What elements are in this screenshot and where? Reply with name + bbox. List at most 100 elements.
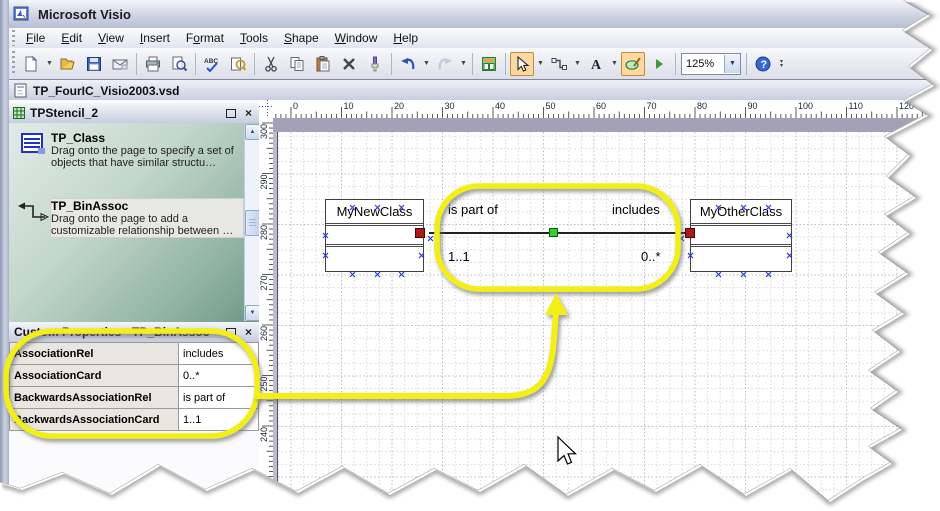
backward-cardinality-label: 1..1 — [448, 249, 470, 264]
menu-format[interactable]: Format — [178, 29, 232, 47]
svg-text:40: 40 — [495, 101, 505, 111]
spelling-button[interactable]: ABC — [200, 52, 224, 76]
text-tool-button-dropdown[interactable]: ▼ — [609, 53, 620, 75]
save-button[interactable] — [82, 52, 106, 76]
menu-tools[interactable]: Tools — [232, 29, 276, 47]
property-value[interactable]: 0..* — [178, 364, 259, 387]
shapes-window-icon — [482, 56, 496, 71]
undo-button-dropdown[interactable]: ▼ — [421, 53, 432, 75]
zoom-level-value: 125% — [686, 57, 715, 70]
redo-button[interactable] — [433, 52, 457, 76]
scrollbar-thumb[interactable] — [245, 210, 260, 236]
scroll-down-button[interactable]: ▼ — [245, 305, 260, 321]
property-row: BackwardsAssociationCard 1..1 — [9, 408, 259, 431]
connection-point-x — [786, 226, 793, 244]
stencil-master-tp_binassoc[interactable]: TP_BinAssoc Drag onto the page to add a c… — [15, 198, 244, 238]
property-value[interactable]: includes — [178, 342, 259, 365]
research-button[interactable] — [226, 52, 250, 76]
properties-maximize-button[interactable] — [223, 325, 238, 339]
association-begin-endpoint[interactable] — [415, 228, 425, 238]
connection-point-x — [427, 229, 434, 247]
svg-text:120: 120 — [899, 101, 914, 111]
connection-point-x — [786, 246, 793, 264]
menu-edit[interactable]: Edit — [53, 29, 90, 47]
document-window-title-bar[interactable]: TP_FourIC_Visio2003.vsd — [9, 79, 940, 102]
horizontal-ruler: 0 10 20 30 40 50 60 70 80 90 100 110 120 — [273, 100, 940, 119]
stencil-panel-title-bar[interactable]: TPStencil_2 × — [9, 103, 259, 124]
window-title: Microsoft Visio — [38, 6, 131, 22]
print-button[interactable] — [141, 52, 165, 76]
connection-point-x — [418, 246, 425, 264]
open-button[interactable] — [56, 52, 80, 76]
association-end-endpoint[interactable] — [685, 228, 695, 238]
paste-button[interactable] — [311, 52, 335, 76]
association-midpoint-handle[interactable] — [549, 228, 558, 237]
zoom-dropdown-arrow[interactable]: ▼ — [724, 54, 740, 73]
property-value[interactable]: 1..1 — [178, 408, 259, 431]
connection-point-x — [349, 198, 356, 216]
save-icon — [87, 56, 101, 71]
svg-text:270: 270 — [259, 275, 269, 290]
new-button[interactable] — [19, 52, 43, 76]
svg-text:80: 80 — [697, 101, 707, 111]
stencil-scrollbar[interactable]: ▲ ▼ — [244, 124, 260, 321]
property-row: AssociationRel includes — [9, 342, 259, 365]
connector-tool-button[interactable] — [547, 52, 571, 76]
stencil-close-button[interactable]: × — [241, 106, 256, 120]
menu-insert[interactable]: Insert — [132, 29, 178, 47]
redo-button-dropdown[interactable]: ▼ — [458, 53, 469, 75]
svg-text:90: 90 — [748, 101, 758, 111]
toolbar-separator — [195, 52, 196, 75]
connector-tool-button-dropdown[interactable]: ▼ — [572, 53, 583, 75]
class-attributes-compartment — [691, 226, 791, 247]
spelling-icon: ABC — [204, 58, 218, 72]
text-tool-icon: A — [591, 58, 602, 72]
menu-help[interactable]: Help — [385, 29, 426, 47]
toolbar-drag-handle[interactable] — [12, 51, 15, 76]
connection-point-x — [715, 198, 722, 216]
connection-point-x — [398, 265, 405, 283]
copy-button[interactable] — [285, 52, 309, 76]
stencil-maximize-button[interactable] — [223, 106, 238, 120]
toolbar-separator — [136, 52, 137, 75]
menu-view[interactable]: View — [90, 29, 132, 47]
connection-point-x — [765, 198, 772, 216]
standard-toolbar: ▼ ABC ▼ ▼ ▼ ▼ A ▼ 125% ▼? ▾ ▾ — [9, 48, 940, 80]
stencil-master-tp_class[interactable]: TP_Class Drag onto the page to specify a … — [15, 131, 243, 169]
menu-file[interactable]: File — [18, 29, 53, 47]
expand-drawing-tools-button[interactable] — [647, 52, 671, 76]
svg-text:280: 280 — [259, 225, 269, 240]
delete-icon — [343, 57, 355, 70]
drawing-page[interactable] — [273, 132, 940, 511]
properties-panel-title-bar[interactable]: Custom Properties - TP_BinAssoc × — [9, 322, 259, 343]
menu-window[interactable]: Window — [327, 29, 386, 47]
ruler-corner-box — [259, 100, 274, 119]
cut-button[interactable] — [259, 52, 283, 76]
format-painter-button[interactable] — [363, 52, 387, 76]
print-preview-button[interactable] — [167, 52, 191, 76]
stencil-panel-title: TPStencil_2 — [30, 106, 99, 120]
menubar-drag-handle[interactable] — [12, 30, 15, 46]
property-value[interactable]: is part of — [178, 386, 259, 409]
shapes-window-button[interactable] — [477, 52, 501, 76]
undo-button[interactable] — [396, 52, 420, 76]
svg-text:10: 10 — [344, 101, 354, 111]
toolbar-options-button[interactable]: ▾ ▾ — [776, 53, 787, 75]
new-button-dropdown[interactable]: ▼ — [44, 53, 55, 75]
text-tool-button[interactable]: A — [584, 52, 608, 76]
stencil-icon — [13, 107, 25, 119]
delete-button[interactable] — [337, 52, 361, 76]
scroll-up-button[interactable]: ▲ — [245, 124, 260, 140]
pointer-tool-button-dropdown[interactable]: ▼ — [535, 53, 546, 75]
title-bar[interactable]: Microsoft Visio — [9, 0, 940, 29]
zoom-level-combo[interactable]: 125% ▼ — [681, 52, 741, 75]
svg-text:0: 0 — [293, 101, 298, 111]
menu-shape[interactable]: Shape — [276, 29, 327, 47]
mail-button[interactable] — [108, 52, 132, 76]
help-button[interactable]: ? — [751, 52, 775, 76]
properties-close-button[interactable]: × — [241, 325, 256, 339]
pointer-tool-button[interactable] — [510, 51, 534, 76]
stencil-master-description: Drag onto the page to specify a set of o… — [51, 145, 234, 169]
drawing-tool-button[interactable] — [621, 51, 645, 76]
connection-point-x — [740, 198, 747, 216]
